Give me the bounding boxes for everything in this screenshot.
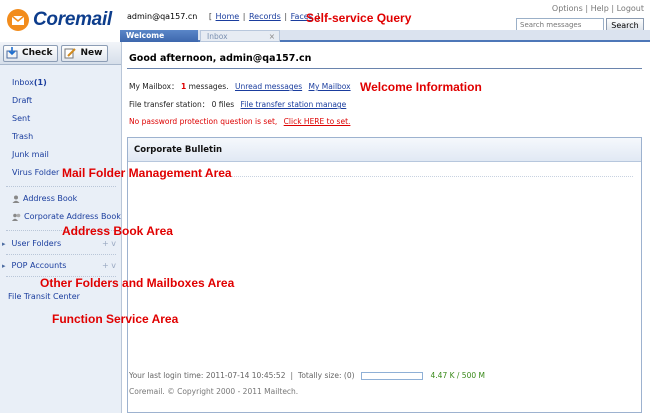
file-transit-center-link[interactable]: File Transit Center (8, 292, 80, 301)
storage-usage: 4.47 K / 500 M (430, 371, 485, 380)
fts-count: 0 files (211, 100, 235, 109)
compose-icon (64, 48, 77, 59)
copyright: Coremail. © Copyright 2000 - 2011 Mailte… (129, 387, 299, 396)
coremail-logo: Coremail (6, 8, 112, 32)
pop-accounts-label: POP Accounts (11, 261, 67, 270)
mail-toolbar: Check New (0, 42, 121, 65)
person-icon (12, 195, 20, 203)
inbox-label: Inbox (12, 78, 34, 87)
fts-manage-link[interactable]: File transfer station manage (241, 100, 347, 109)
check-mail-icon (6, 47, 18, 59)
user-folders-row[interactable]: ▸ User Folders + v (2, 239, 120, 248)
greeting: Good afternoon, admin@qa157.cn (129, 53, 312, 64)
folder-controls[interactable]: + v (102, 239, 116, 248)
annotation-self-service: Self-service Query (306, 11, 412, 25)
header-links: [ Home | Records | Faces ] (208, 12, 320, 21)
set-password-link[interactable]: Click HERE to set. (284, 117, 351, 126)
sidebar-item-sent[interactable]: Sent (12, 114, 30, 123)
tab-bar: Welcome Inbox × (120, 30, 650, 42)
sidebar-item-draft[interactable]: Draft (12, 96, 32, 105)
message-count: 1 (180, 82, 187, 91)
sidebar-item-trash[interactable]: Trash (12, 132, 33, 141)
storage-usage-bar (360, 371, 423, 380)
mailbox-info: My Mailbox： 1 messages. Unread messages … (129, 81, 351, 92)
pop-accounts-row[interactable]: ▸ POP Accounts + v (2, 261, 120, 270)
help-link[interactable]: Help (591, 4, 609, 13)
new-label: New (80, 48, 103, 58)
divider (6, 186, 116, 187)
annotation-mail-folder: Mail Folder Management Area (62, 166, 232, 180)
sidebar-item-inbox[interactable]: Inbox(1) (12, 78, 47, 87)
divider (6, 254, 116, 255)
triangle-right-icon: ▸ (2, 261, 6, 270)
corporate-address-book-link[interactable]: Corporate Address Book (12, 212, 121, 221)
password-warning: No password protection question is set, … (129, 117, 350, 126)
coremail-logo-icon (7, 9, 29, 31)
fts-prefix: File transfer station： (129, 100, 210, 109)
warning-text: No password protection question is set, (129, 117, 278, 126)
tab-welcome[interactable]: Welcome (120, 30, 198, 42)
logout-link[interactable]: Logout (617, 4, 644, 13)
mailbox-suffix: messages. (188, 82, 229, 91)
total-size: Totally size: (0) (298, 371, 355, 380)
address-book-label: Address Book (23, 194, 78, 203)
annotation-function-service: Function Service Area (52, 312, 179, 326)
top-links: Options | Help | Logout (551, 4, 644, 13)
sidebar-item-virus[interactable]: Virus Folder (12, 168, 59, 177)
bulletin-title: Corporate Bulletin (128, 138, 641, 162)
separator: | (290, 371, 294, 380)
group-icon (12, 213, 21, 221)
file-transfer-info: File transfer station： 0 files File tran… (129, 99, 346, 110)
unread-messages-link[interactable]: Unread messages (235, 82, 302, 91)
annotation-other-folders: Other Folders and Mailboxes Area (40, 276, 235, 290)
triangle-right-icon: ▸ (2, 239, 6, 248)
check-button[interactable]: Check (3, 44, 59, 62)
user-folders-label: User Folders (11, 239, 62, 248)
login-status: Your last login time: 2011-07-14 10:45:5… (129, 371, 485, 380)
annotation-address-book: Address Book Area (62, 224, 173, 238)
brand-name: Coremail (33, 9, 112, 30)
tab-inbox-label: Inbox (207, 32, 228, 41)
sidebar-item-junk[interactable]: Junk mail (12, 150, 49, 159)
pop-controls[interactable]: + v (102, 261, 116, 270)
tab-inbox[interactable]: Inbox × (200, 30, 280, 42)
mailbox-prefix: My Mailbox： (129, 82, 179, 91)
last-login: Your last login time: 2011-07-14 10:45:5… (129, 371, 286, 380)
new-button[interactable]: New (61, 44, 109, 62)
check-label: Check (22, 48, 53, 58)
records-link[interactable]: Records (249, 12, 281, 21)
home-link[interactable]: Home (216, 12, 240, 21)
corporate-address-book-label: Corporate Address Book (24, 212, 121, 221)
user-info: admin@qa157.cn [ Home | Records | Faces … (127, 12, 321, 21)
options-link[interactable]: Options (552, 4, 583, 13)
close-icon[interactable]: × (269, 32, 275, 41)
address-book-link[interactable]: Address Book (12, 194, 77, 203)
main-content: Good afternoon, admin@qa157.cn My Mailbo… (123, 44, 650, 413)
my-mailbox-link[interactable]: My Mailbox (309, 82, 351, 91)
inbox-count: (1) (33, 78, 47, 87)
user-email: admin@qa157.cn (127, 12, 198, 21)
greeting-divider (127, 68, 642, 69)
annotation-welcome-info: Welcome Information (360, 80, 482, 94)
